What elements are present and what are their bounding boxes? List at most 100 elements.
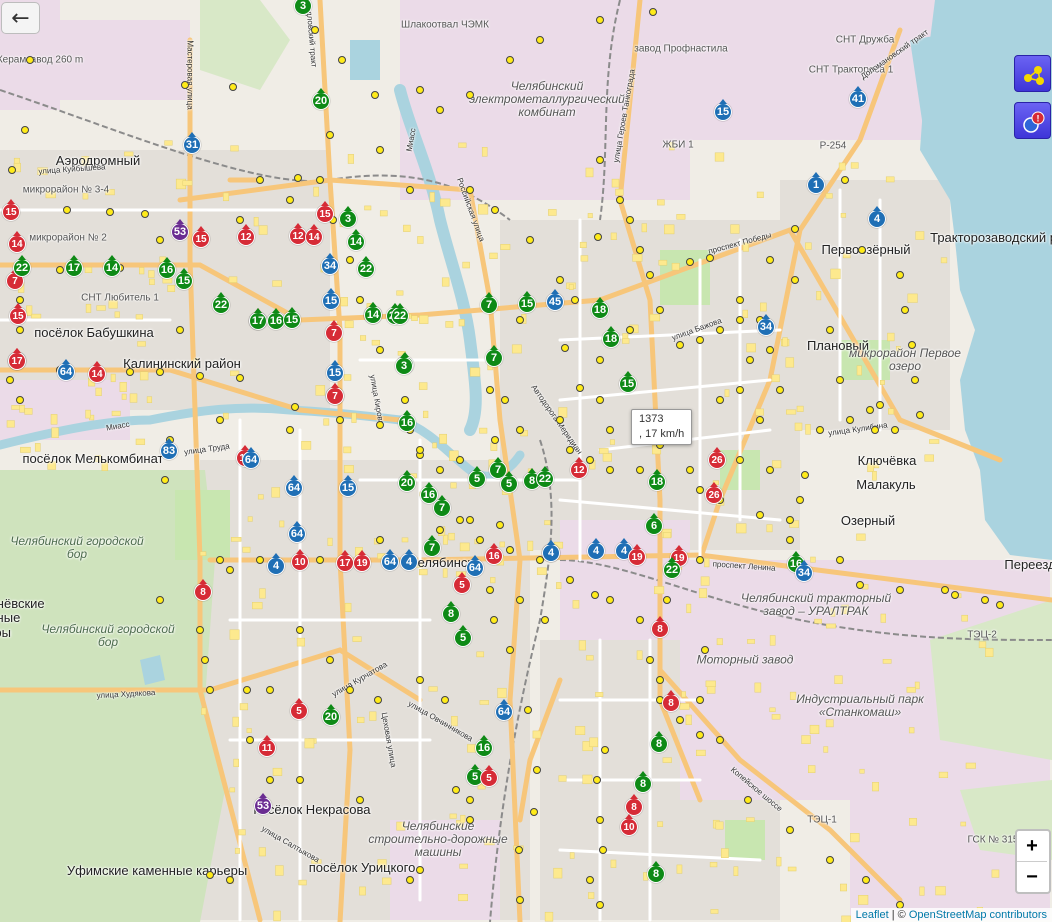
stop-marker[interactable] (791, 225, 799, 233)
vehicle-marker-bus[interactable]: 31 (183, 132, 201, 154)
vehicle-marker-trolleybus[interactable]: 18 (602, 326, 620, 348)
vehicle-marker-trolleybus[interactable]: 7 (485, 345, 503, 367)
vehicle-marker-trolleybus[interactable]: 14 (364, 302, 382, 324)
vehicle-marker-bus[interactable]: 64 (285, 475, 303, 497)
stop-marker[interactable] (736, 316, 744, 324)
vehicle-marker-trolleybus[interactable]: 5 (500, 471, 518, 493)
vehicle-marker-trolleybus[interactable]: 18 (591, 297, 609, 319)
stop-marker[interactable] (326, 656, 334, 664)
stop-marker[interactable] (556, 276, 564, 284)
vehicle-marker-minibus[interactable]: 53 (254, 793, 272, 815)
stop-marker[interactable] (571, 296, 579, 304)
vehicle-marker-tram[interactable]: 14 (88, 361, 106, 383)
vehicle-marker-bus[interactable]: 45 (546, 289, 564, 311)
stop-marker[interactable] (836, 376, 844, 384)
stop-marker[interactable] (596, 16, 604, 24)
vehicle-marker-tram[interactable]: 10 (620, 814, 638, 836)
stop-marker[interactable] (376, 346, 384, 354)
stop-marker[interactable] (126, 368, 134, 376)
stop-marker[interactable] (296, 776, 304, 784)
stop-marker[interactable] (766, 256, 774, 264)
vehicle-marker-tram[interactable]: 7 (325, 320, 343, 342)
stop-marker[interactable] (736, 456, 744, 464)
stop-marker[interactable] (206, 871, 214, 879)
vehicle-marker-trolleybus[interactable]: 15 (518, 291, 536, 313)
stop-marker[interactable] (696, 731, 704, 739)
stop-marker[interactable] (696, 696, 704, 704)
vehicle-marker-bus[interactable]: 34 (321, 253, 339, 275)
vehicle-marker-trolleybus[interactable]: 20 (312, 88, 330, 110)
vehicle-marker-bus[interactable]: 34 (795, 560, 813, 582)
vehicle-marker-tram[interactable]: 14 (305, 224, 323, 246)
vehicle-marker-trolleybus[interactable]: 15 (283, 307, 301, 329)
stop-marker[interactable] (586, 876, 594, 884)
stop-marker[interactable] (441, 696, 449, 704)
layers-button[interactable] (1014, 55, 1051, 92)
stop-marker[interactable] (466, 91, 474, 99)
stop-marker[interactable] (891, 426, 899, 434)
stop-marker[interactable] (516, 316, 524, 324)
stop-marker[interactable] (338, 56, 346, 64)
stop-marker[interactable] (896, 586, 904, 594)
zoom-out-button[interactable]: − (1017, 861, 1047, 892)
vehicle-marker-trolleybus[interactable]: 16 (398, 410, 416, 432)
vehicle-marker-trolleybus[interactable]: 20 (398, 470, 416, 492)
stop-marker[interactable] (744, 796, 752, 804)
back-button[interactable]: ← (1, 2, 40, 34)
stop-marker[interactable] (786, 516, 794, 524)
stop-marker[interactable] (862, 876, 870, 884)
notifications-button[interactable]: ! (1014, 102, 1051, 139)
stop-marker[interactable] (8, 166, 16, 174)
vehicle-marker-tram[interactable]: 5 (453, 572, 471, 594)
stop-marker[interactable] (436, 466, 444, 474)
stop-marker[interactable] (226, 876, 234, 884)
stop-marker[interactable] (56, 266, 64, 274)
vehicle-marker-trolleybus[interactable]: 5 (468, 466, 486, 488)
vehicle-marker-trolleybus[interactable]: 3 (339, 206, 357, 228)
stop-marker[interactable] (452, 786, 460, 794)
stop-marker[interactable] (676, 716, 684, 724)
stop-marker[interactable] (908, 341, 916, 349)
vehicle-marker-bus[interactable]: 64 (466, 555, 484, 577)
stop-marker[interactable] (786, 536, 794, 544)
stop-marker[interactable] (376, 421, 384, 429)
stop-marker[interactable] (866, 406, 874, 414)
stop-marker[interactable] (256, 176, 264, 184)
vehicle-marker-tram[interactable]: 15 (9, 303, 27, 325)
stop-marker[interactable] (706, 254, 714, 262)
stop-marker[interactable] (601, 746, 609, 754)
stop-marker[interactable] (491, 436, 499, 444)
vehicle-marker-bus[interactable]: 41 (849, 86, 867, 108)
stop-marker[interactable] (156, 368, 164, 376)
stop-marker[interactable] (636, 616, 644, 624)
stop-marker[interactable] (596, 901, 604, 909)
stop-marker[interactable] (456, 456, 464, 464)
stop-marker[interactable] (436, 526, 444, 534)
stop-marker[interactable] (416, 446, 424, 454)
stop-marker[interactable] (596, 396, 604, 404)
stop-marker[interactable] (836, 556, 844, 564)
stop-marker[interactable] (476, 536, 484, 544)
stop-marker[interactable] (156, 596, 164, 604)
stop-marker[interactable] (801, 471, 809, 479)
stop-marker[interactable] (526, 236, 534, 244)
stop-marker[interactable] (216, 556, 224, 564)
stop-marker[interactable] (490, 616, 498, 624)
vehicle-marker-tram[interactable]: 12 (237, 224, 255, 246)
stop-marker[interactable] (515, 846, 523, 854)
stop-marker[interactable] (16, 396, 24, 404)
stop-marker[interactable] (141, 210, 149, 218)
stop-marker[interactable] (286, 196, 294, 204)
vehicle-marker-bus[interactable]: 4 (868, 206, 886, 228)
vehicle-marker-tram[interactable]: 11 (258, 735, 276, 757)
stop-marker[interactable] (266, 776, 274, 784)
stop-marker[interactable] (196, 626, 204, 634)
stop-marker[interactable] (506, 56, 514, 64)
stop-marker[interactable] (501, 396, 509, 404)
vehicle-marker-trolleybus[interactable]: 22 (391, 303, 409, 325)
stop-marker[interactable] (16, 326, 24, 334)
stop-marker[interactable] (506, 646, 514, 654)
stop-marker[interactable] (996, 601, 1004, 609)
vehicle-marker-tram[interactable]: 19 (353, 550, 371, 572)
stop-marker[interactable] (524, 706, 532, 714)
